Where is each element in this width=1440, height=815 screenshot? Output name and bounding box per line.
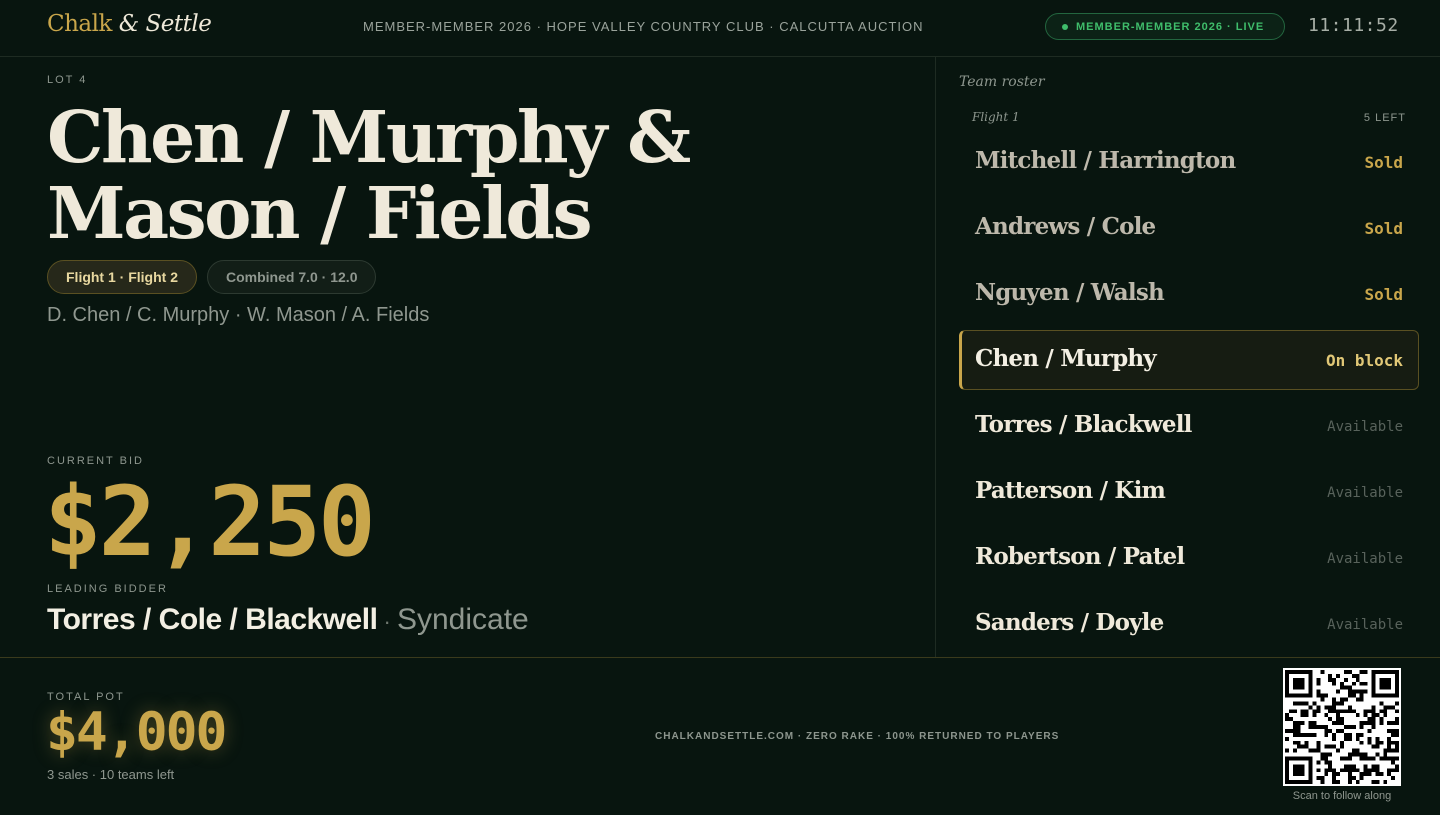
roster-team-name: Mitchell / Harrington [975, 147, 1236, 174]
team-roster-panel[interactable]: Team roster Flight 1 5 LEFT Mitchell / H… [935, 57, 1440, 657]
player-names: D. Chen / C. Murphy · W. Mason / A. Fiel… [47, 304, 430, 326]
current-lot-panel: LOT 4 Chen / Murphy & Mason / Fields Fli… [0, 57, 935, 657]
lot-team-title: Chen / Murphy & Mason / Fields [47, 95, 691, 255]
roster-team-name: Andrews / Cole [975, 213, 1156, 240]
roster-row-available[interactable]: Robertson / Patel Available [959, 528, 1419, 588]
roster-row-available[interactable]: Patterson / Kim Available [959, 462, 1419, 522]
brand-ampersand: & [118, 11, 139, 37]
auction-board: Chalk & Settle MEMBER-MEMBER 2026 · HOPE… [0, 0, 1440, 815]
leading-bidder: Torres / Cole / Blackwell · Syndicate [47, 603, 529, 637]
roster-team-name: Torres / Blackwell [975, 411, 1192, 438]
roster-row-available[interactable]: Torres / Blackwell Available [959, 396, 1419, 456]
leading-bidder-name: Torres / Cole / Blackwell [47, 603, 378, 636]
flight-remaining-count: 5 LEFT [1363, 112, 1406, 124]
roster-team-status: Available [1327, 617, 1403, 633]
roster-team-status: Available [1327, 485, 1403, 501]
current-bid-amount: $2,250 [44, 466, 376, 578]
qr-code-icon[interactable] [1283, 668, 1401, 786]
clock: 11:11:52 [1308, 15, 1399, 36]
roster-team-status: Available [1327, 419, 1403, 435]
roster-team-name: Patterson / Kim [975, 477, 1166, 504]
roster-team-status: Sold [1364, 285, 1403, 304]
live-status-badge: MEMBER-MEMBER 2026 · LIVE [1045, 13, 1285, 40]
site-tagline: CHALKANDSETTLE.COM · ZERO RAKE · 100% RE… [655, 731, 1060, 742]
brand-logo: Chalk & Settle [47, 11, 212, 37]
lot-chips: Flight 1 · Flight 2 Combined 7.0 · 12.0 [47, 260, 377, 294]
roster-team-status: Sold [1364, 219, 1403, 238]
top-bar: Chalk & Settle MEMBER-MEMBER 2026 · HOPE… [0, 0, 1440, 57]
roster-team-name: Sanders / Doyle [975, 609, 1164, 636]
roster-row-sold[interactable]: Mitchell / Harrington Sold [959, 132, 1419, 192]
leading-bidder-type: Syndicate [396, 603, 529, 636]
footer-bar: TOTAL POT $4,000 3 sales · 10 teams left… [0, 657, 1440, 815]
qr-caption: Scan to follow along [1292, 790, 1392, 802]
roster-row-sold[interactable]: Andrews / Cole Sold [959, 198, 1419, 258]
leading-bidder-separator: · [377, 609, 397, 634]
flights-chip: Flight 1 · Flight 2 [47, 260, 197, 294]
live-dot-icon [1062, 23, 1068, 30]
roster-team-name: Nguyen / Walsh [975, 279, 1165, 306]
roster-team-status: On block [1325, 351, 1403, 370]
roster-list: Mitchell / Harrington Sold Andrews / Cole S… [959, 132, 1419, 657]
qr-code-graphic [1285, 670, 1399, 784]
brand-word-chalk: Chalk [47, 11, 112, 37]
total-pot-summary: 3 sales · 10 teams left [47, 767, 175, 782]
roster-row-onblock[interactable]: Chen / Murphy On block [959, 330, 1419, 390]
roster-title: Team roster [959, 74, 1045, 90]
brand-word-settle: Settle [145, 11, 212, 37]
roster-row-sold[interactable]: Nguyen / Walsh Sold [959, 264, 1419, 324]
roster-row-available[interactable]: Sanders / Doyle Available [959, 594, 1419, 654]
leading-bidder-label: LEADING BIDDER [47, 583, 168, 595]
roster-team-name: Chen / Murphy [975, 345, 1157, 372]
roster-team-name: Robertson / Patel [975, 543, 1185, 570]
total-pot-amount: $4,000 [46, 702, 227, 763]
event-title: MEMBER-MEMBER 2026 · HOPE VALLEY COUNTRY… [363, 19, 924, 34]
flight-name: Flight 1 [972, 110, 1020, 124]
roster-team-status: Sold [1364, 153, 1403, 172]
lot-number: LOT 4 [47, 74, 88, 86]
flight-header: Flight 1 5 LEFT [972, 110, 1406, 128]
live-status-label: MEMBER-MEMBER 2026 · LIVE [1076, 20, 1265, 33]
roster-team-status: Available [1327, 551, 1403, 567]
combined-handicap-chip: Combined 7.0 · 12.0 [207, 260, 377, 294]
